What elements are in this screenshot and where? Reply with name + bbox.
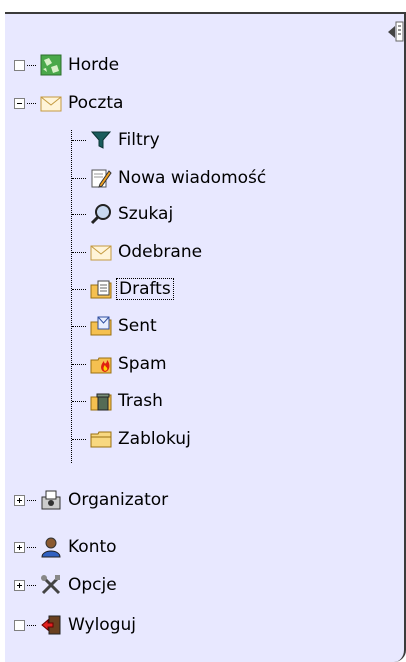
mail-icon (40, 96, 62, 112)
filter-icon (90, 131, 112, 149)
folder-icon (90, 431, 112, 448)
sidebar-item-organizator[interactable]: Organizator (14, 485, 170, 515)
sidebar-item-poczta[interactable]: Poczta (14, 88, 125, 118)
sidebar-item-label: Opcje (68, 575, 117, 595)
sidebar-item-filtry[interactable]: Filtry (72, 125, 162, 155)
collapse-toggle[interactable] (14, 97, 25, 109)
sidebar-item-label: Filtry (118, 130, 160, 150)
sidebar-item-spam[interactable]: Spam (72, 349, 169, 379)
drafts-icon (90, 280, 112, 299)
horde-icon (40, 54, 62, 76)
sidebar-item-label: Konto (68, 537, 117, 557)
sidebar-item-label: Spam (118, 354, 167, 374)
spam-icon (90, 357, 112, 374)
sidebar-item-label: Poczta (68, 93, 124, 113)
tree-node-empty (14, 59, 25, 71)
tree-node-empty (14, 619, 25, 631)
sidebar-item-label: Odebrane (118, 242, 203, 262)
sidebar-item-nowa-wiadomosc[interactable]: Nowa wiadomość (72, 163, 268, 193)
sidebar-item-label: Drafts (116, 278, 174, 300)
sidebar-item-drafts[interactable]: Drafts (72, 274, 174, 304)
organizer-icon (41, 490, 61, 510)
collapse-sidebar-icon[interactable] (385, 21, 405, 43)
sidebar-item-label: Szukaj (118, 204, 174, 224)
expand-toggle[interactable] (14, 541, 25, 553)
sidebar-item-szukaj[interactable]: Szukaj (72, 199, 175, 229)
sidebar-item-label: Trash (118, 391, 163, 411)
sidebar-item-label: Nowa wiadomość (118, 168, 267, 188)
tools-icon (41, 575, 61, 595)
search-icon (90, 204, 111, 225)
compose-icon (91, 169, 112, 188)
sidebar-item-opcje[interactable]: Opcje (14, 570, 119, 600)
sidebar-item-label: Organizator (68, 490, 169, 510)
sidebar-item-label: Sent (118, 316, 157, 336)
sidebar-item-zablokuj[interactable]: Zablokuj (72, 424, 193, 454)
sidebar-item-label: Horde (68, 55, 120, 75)
sidebar-item-label: Zablokuj (118, 429, 191, 449)
sidebar-item-wyloguj[interactable]: Wyloguj (14, 610, 138, 640)
user-icon (41, 537, 61, 558)
expand-toggle[interactable] (14, 579, 25, 591)
sidebar-item-trash[interactable]: Trash (72, 386, 165, 416)
inbox-icon (90, 245, 112, 261)
sidebar-item-horde[interactable]: Horde (14, 50, 121, 80)
sidebar-item-odebrane[interactable]: Odebrane (72, 237, 204, 267)
trash-icon (90, 393, 112, 411)
sent-icon (90, 316, 112, 336)
sidebar-item-label: Wyloguj (68, 615, 136, 635)
sidebar-item-sent[interactable]: Sent (72, 311, 159, 341)
expand-toggle[interactable] (14, 494, 25, 506)
sidebar-item-konto[interactable]: Konto (14, 532, 119, 562)
logout-icon (41, 615, 61, 635)
